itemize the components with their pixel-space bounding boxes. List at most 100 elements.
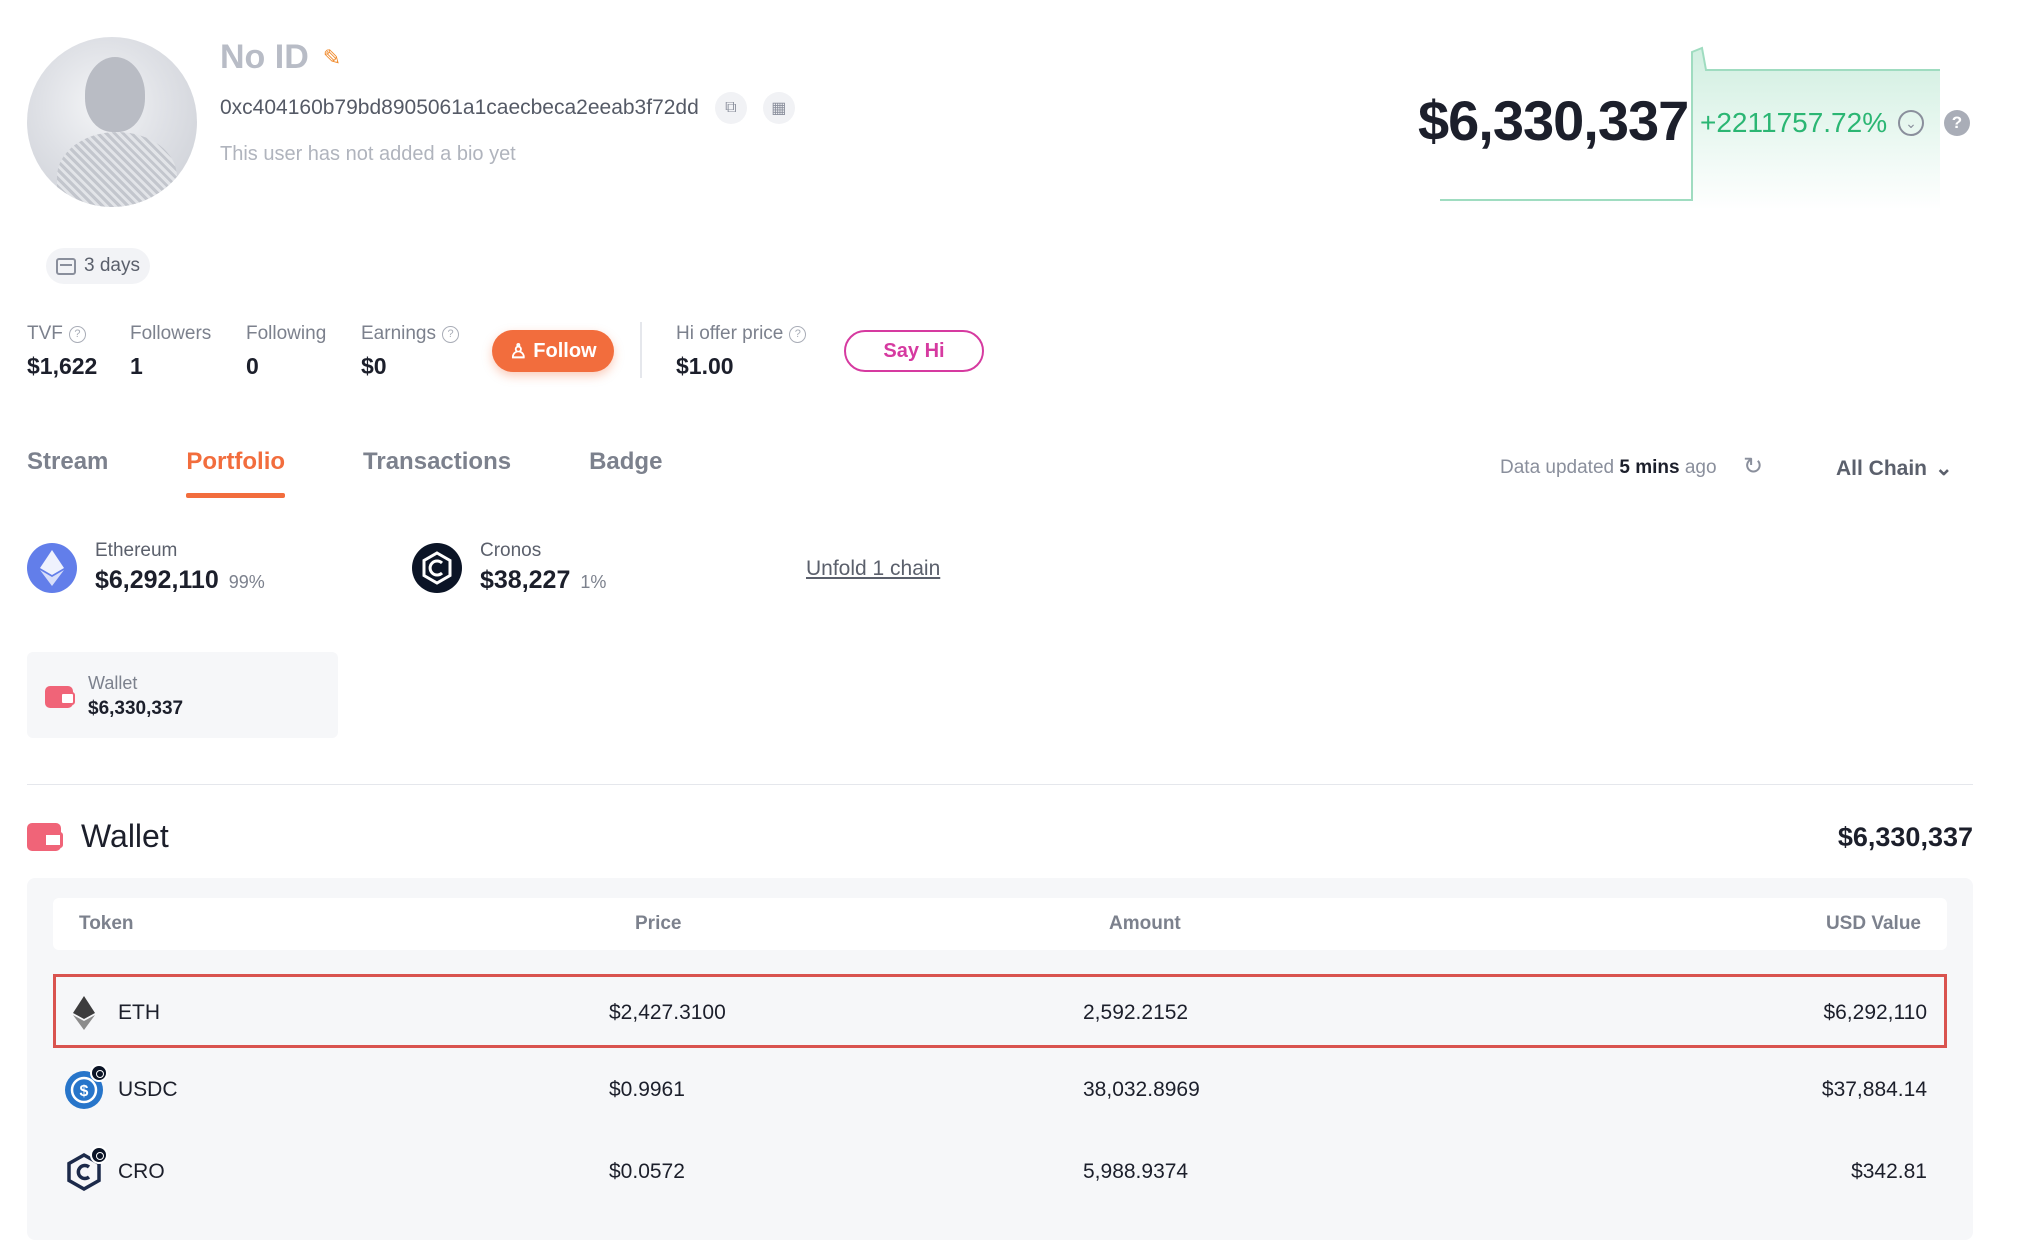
follow-button-label: Follow: [533, 339, 597, 362]
help-icon[interactable]: ?: [1944, 110, 1970, 136]
bio-text: This user has not added a bio yet: [220, 143, 516, 165]
token-symbol: CRO: [118, 1160, 165, 1183]
wallet-address: 0xc404160b79bd8905061a1caecbeca2eeab3f72…: [220, 96, 699, 119]
table-header: Token Price Amount USD Value: [53, 898, 1947, 950]
wallet-icon: [27, 822, 63, 851]
tab-transactions[interactable]: Transactions: [363, 448, 511, 498]
data-updated-time: 5 mins: [1619, 457, 1680, 478]
stat-tvf: TVF? $1,622: [27, 323, 97, 380]
stat-hi-offer: Hi offer price? $1.00: [676, 323, 807, 380]
token-price: $0.9961: [609, 1078, 685, 1101]
usdc-token-icon: $: [64, 1064, 108, 1110]
svg-text:$: $: [80, 1083, 89, 1100]
token-amount: 5,988.9374: [1083, 1160, 1189, 1183]
profile-tabs: Stream Portfolio Transactions Badge: [27, 448, 740, 498]
address-row: 0xc404160b79bd8905061a1caecbeca2eeab3f72…: [220, 92, 795, 124]
token-usd-value: $6,292,110: [1823, 1001, 1927, 1024]
token-symbol: USDC: [118, 1078, 178, 1101]
column-header-amount[interactable]: Amount: [1109, 913, 1181, 935]
stat-tvf-value: $1,622: [27, 353, 98, 379]
ethereum-icon: [27, 542, 77, 593]
tab-badge[interactable]: Badge: [589, 448, 662, 498]
data-updated-prefix: Data updated: [1500, 457, 1615, 478]
chain-percent: 99%: [228, 572, 265, 592]
data-updated-text: Data updated 5 mins ago: [1500, 457, 1717, 479]
wallet-card-label: Wallet: [88, 673, 138, 693]
unfold-chain-link[interactable]: Unfold 1 chain: [806, 557, 940, 581]
token-cell: $ USDC: [64, 1064, 178, 1110]
stats-divider: [640, 322, 642, 378]
account-age-badge: 3 days: [46, 248, 150, 284]
stat-following-value: 0: [246, 353, 259, 379]
section-divider: [27, 784, 1973, 785]
qr-code-icon[interactable]: ▦: [762, 92, 795, 124]
table-row[interactable]: CRO $0.0572 5,988.9374 $342.81: [53, 1136, 1947, 1210]
column-header-usd-value[interactable]: USD Value: [1826, 913, 1921, 935]
user-plus-icon: ♙: [509, 340, 528, 363]
total-balance: $6,330,337: [1418, 89, 1689, 152]
token-amount: 38,032.8969: [1083, 1078, 1200, 1101]
stat-following-label: Following: [246, 323, 327, 344]
chain-filter-label: All Chain: [1836, 456, 1928, 480]
follow-button[interactable]: ♙ Follow: [492, 330, 614, 372]
stat-earnings-value: $0: [361, 353, 387, 379]
chain-card-ethereum[interactable]: Ethereum $6,292,110 99%: [27, 540, 265, 595]
token-symbol: ETH: [118, 1001, 160, 1024]
chain-name: Ethereum: [95, 540, 178, 561]
wallet-icon: [45, 686, 75, 708]
column-header-token[interactable]: Token: [79, 913, 134, 935]
avatar-body-shape: [57, 132, 177, 207]
stat-tvf-label: TVF: [27, 323, 63, 344]
balance-change-percent: +2211757.72%: [1700, 107, 1888, 138]
chain-percent: 1%: [580, 572, 607, 592]
tab-portfolio[interactable]: Portfolio: [186, 448, 285, 498]
name-row: No ID ✎: [220, 38, 345, 77]
token-price: $0.0572: [609, 1160, 685, 1183]
token-usd-value: $37,884.14: [1821, 1078, 1927, 1101]
question-icon[interactable]: ?: [68, 325, 86, 343]
wallet-section-header: Wallet: [27, 818, 169, 855]
question-icon[interactable]: ?: [442, 325, 459, 343]
token-price: $2,427.3100: [609, 1001, 726, 1024]
cronos-icon: [412, 542, 462, 593]
copy-icon[interactable]: ⧉: [714, 92, 747, 124]
table-row[interactable]: $ USDC $0.9961 38,032.8969 $37,884.14: [53, 1054, 1947, 1128]
calendar-icon: [56, 257, 76, 275]
column-header-price[interactable]: Price: [635, 913, 681, 935]
question-icon[interactable]: ?: [789, 325, 807, 343]
token-usd-value: $342.81: [1851, 1160, 1927, 1183]
data-updated-suffix: ago: [1684, 457, 1717, 478]
edit-pencil-icon[interactable]: ✎: [323, 46, 345, 69]
stat-followers-label: Followers: [130, 323, 212, 344]
chevron-down-icon[interactable]: ⌄: [1898, 110, 1924, 136]
chevron-down-icon: ⌄: [1935, 457, 1953, 480]
token-cell: ETH: [64, 993, 160, 1033]
say-hi-button[interactable]: Say Hi: [844, 330, 984, 372]
token-cell: CRO: [64, 1146, 165, 1192]
cronos-chain-badge-icon: [90, 1064, 108, 1082]
wallet-summary-card[interactable]: Wallet $6,330,337: [27, 652, 338, 738]
chain-value: $6,292,110: [95, 566, 219, 594]
table-row[interactable]: ETH $2,427.3100 2,592.2152 $6,292,110: [53, 974, 1947, 1048]
stat-hi-offer-label: Hi offer price: [676, 323, 784, 344]
stat-followers[interactable]: Followers 1: [130, 323, 211, 380]
eth-token-icon: [64, 993, 104, 1033]
stat-following[interactable]: Following 0: [246, 323, 326, 380]
wallet-card-value: $6,330,337: [88, 698, 184, 719]
token-table: Token Price Amount USD Value ETH $2,427.…: [27, 878, 1973, 1240]
stat-followers-value: 1: [130, 353, 143, 379]
stat-earnings-label: Earnings: [361, 323, 436, 344]
chain-value: $38,227: [480, 566, 571, 594]
tab-stream[interactable]: Stream: [27, 448, 108, 498]
profile-name: No ID: [220, 38, 309, 76]
chain-card-cronos[interactable]: Cronos $38,227 1%: [412, 540, 606, 595]
chain-filter-dropdown[interactable]: All Chain ⌄: [1836, 456, 1953, 481]
cro-token-icon: [64, 1146, 108, 1192]
avatar: [27, 37, 197, 207]
token-amount: 2,592.2152: [1083, 1001, 1189, 1024]
avatar-head-shape: [85, 57, 145, 132]
chain-name: Cronos: [480, 540, 542, 561]
refresh-icon[interactable]: ↻: [1740, 454, 1766, 480]
stat-hi-offer-value: $1.00: [676, 353, 734, 379]
cronos-chain-badge-icon: [90, 1146, 108, 1164]
